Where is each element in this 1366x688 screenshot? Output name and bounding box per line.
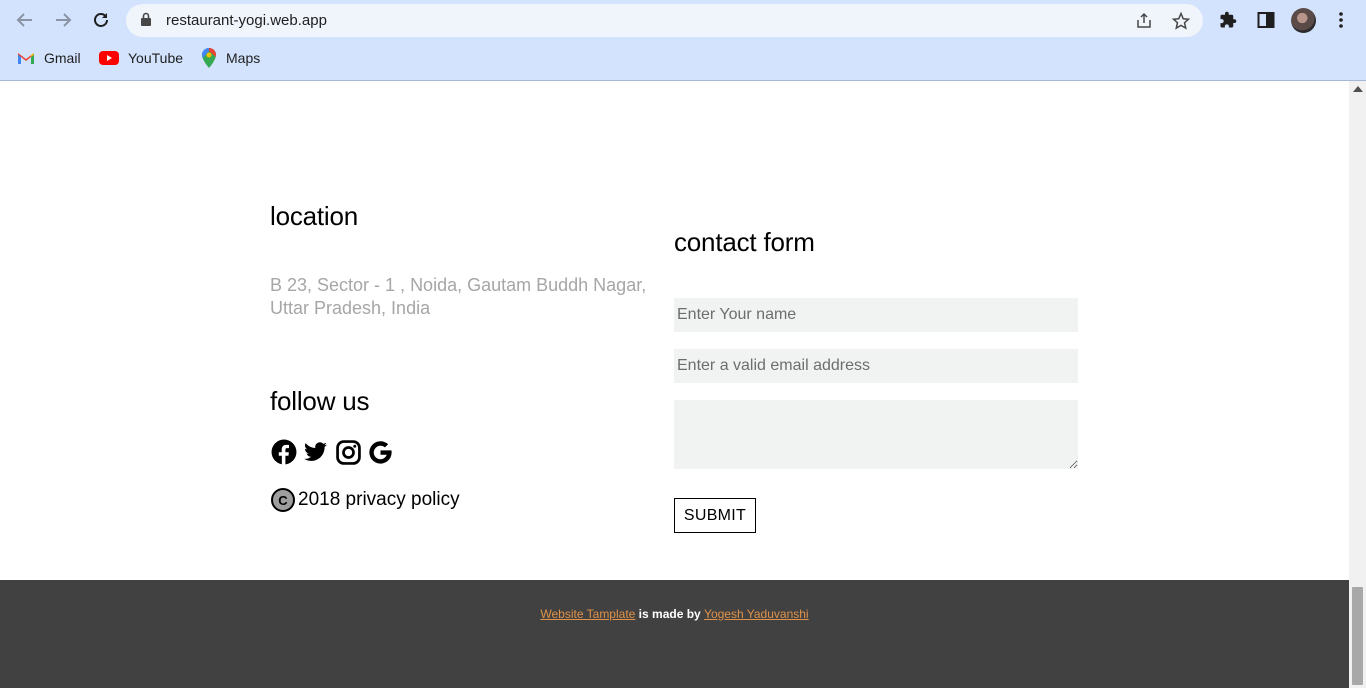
website-template-link[interactable]: Website Tamplate (540, 607, 635, 621)
social-links (271, 439, 393, 465)
contact-form-heading: contact form (674, 227, 815, 257)
facebook-icon[interactable] (271, 439, 297, 465)
lock-icon (141, 12, 151, 26)
bookmark-maps[interactable]: Maps (201, 45, 260, 71)
maps-icon (202, 48, 216, 68)
location-heading: location (270, 201, 359, 231)
instagram-icon[interactable] (335, 439, 361, 465)
reload-icon (94, 13, 108, 27)
kebab-menu-icon (1339, 12, 1343, 28)
google-icon[interactable] (367, 439, 393, 465)
location-address: B 23, Sector - 1 , Noida, Gautam Buddh N… (270, 275, 647, 318)
name-input[interactable] (674, 298, 1078, 332)
address-bar[interactable]: restaurant-yogi.web.app (126, 4, 1203, 37)
message-textarea[interactable] (674, 400, 1078, 469)
reload-button[interactable] (87, 6, 115, 34)
page-content: location B 23, Sector - 1 , Noida, Gauta… (0, 81, 1349, 688)
star-icon (1172, 12, 1190, 30)
side-panel-button[interactable] (1253, 7, 1279, 33)
browser-toolbar: restaurant-yogi.web.app (0, 0, 1366, 41)
bookmark-youtube[interactable]: YouTube (99, 45, 183, 71)
author-link[interactable]: Yogesh Yaduvanshi (704, 607, 809, 621)
browser-chrome: restaurant-yogi.web.app Gmail YouTube Ma… (0, 0, 1366, 81)
scrollbar-thumb[interactable] (1352, 587, 1363, 685)
gmail-icon (18, 53, 34, 64)
submit-button[interactable]: SUBMIT (674, 498, 756, 533)
forward-button[interactable] (49, 6, 77, 34)
back-arrow-icon (16, 13, 32, 27)
extensions-button[interactable] (1215, 7, 1241, 33)
copyright-icon: C (271, 488, 295, 512)
twitter-icon[interactable] (303, 439, 329, 465)
footer-credit: Website Tamplate is made by Yogesh Yaduv… (0, 607, 1349, 621)
puzzle-icon (1220, 11, 1237, 28)
url-text: restaurant-yogi.web.app (166, 12, 327, 29)
copyright: C 2018 privacy policy (271, 488, 460, 512)
browser-menu-button[interactable] (1328, 7, 1354, 33)
follow-us-heading: follow us (270, 386, 370, 416)
bookmark-star-button[interactable] (1170, 10, 1192, 32)
footer-credit-middle: is made by (635, 607, 705, 621)
forward-arrow-icon (56, 13, 72, 27)
scroll-up-arrow-icon[interactable] (1353, 86, 1363, 92)
bookmark-gmail[interactable]: Gmail (17, 45, 81, 71)
bookmarks-bar: Gmail YouTube Maps (0, 45, 1366, 71)
email-input[interactable] (674, 349, 1078, 383)
page-scrollbar[interactable] (1349, 81, 1366, 688)
profile-avatar[interactable] (1291, 8, 1316, 33)
bookmark-label: Gmail (44, 50, 81, 66)
share-button[interactable] (1133, 10, 1155, 32)
bookmark-label: Maps (226, 50, 261, 66)
side-panel-icon (1257, 12, 1275, 28)
back-button[interactable] (11, 6, 39, 34)
copyright-text[interactable]: 2018 privacy policy (298, 489, 460, 511)
share-icon (1137, 12, 1151, 28)
site-footer: Website Tamplate is made by Yogesh Yaduv… (0, 580, 1349, 688)
youtube-icon (99, 51, 119, 65)
bookmark-label: YouTube (128, 50, 184, 66)
